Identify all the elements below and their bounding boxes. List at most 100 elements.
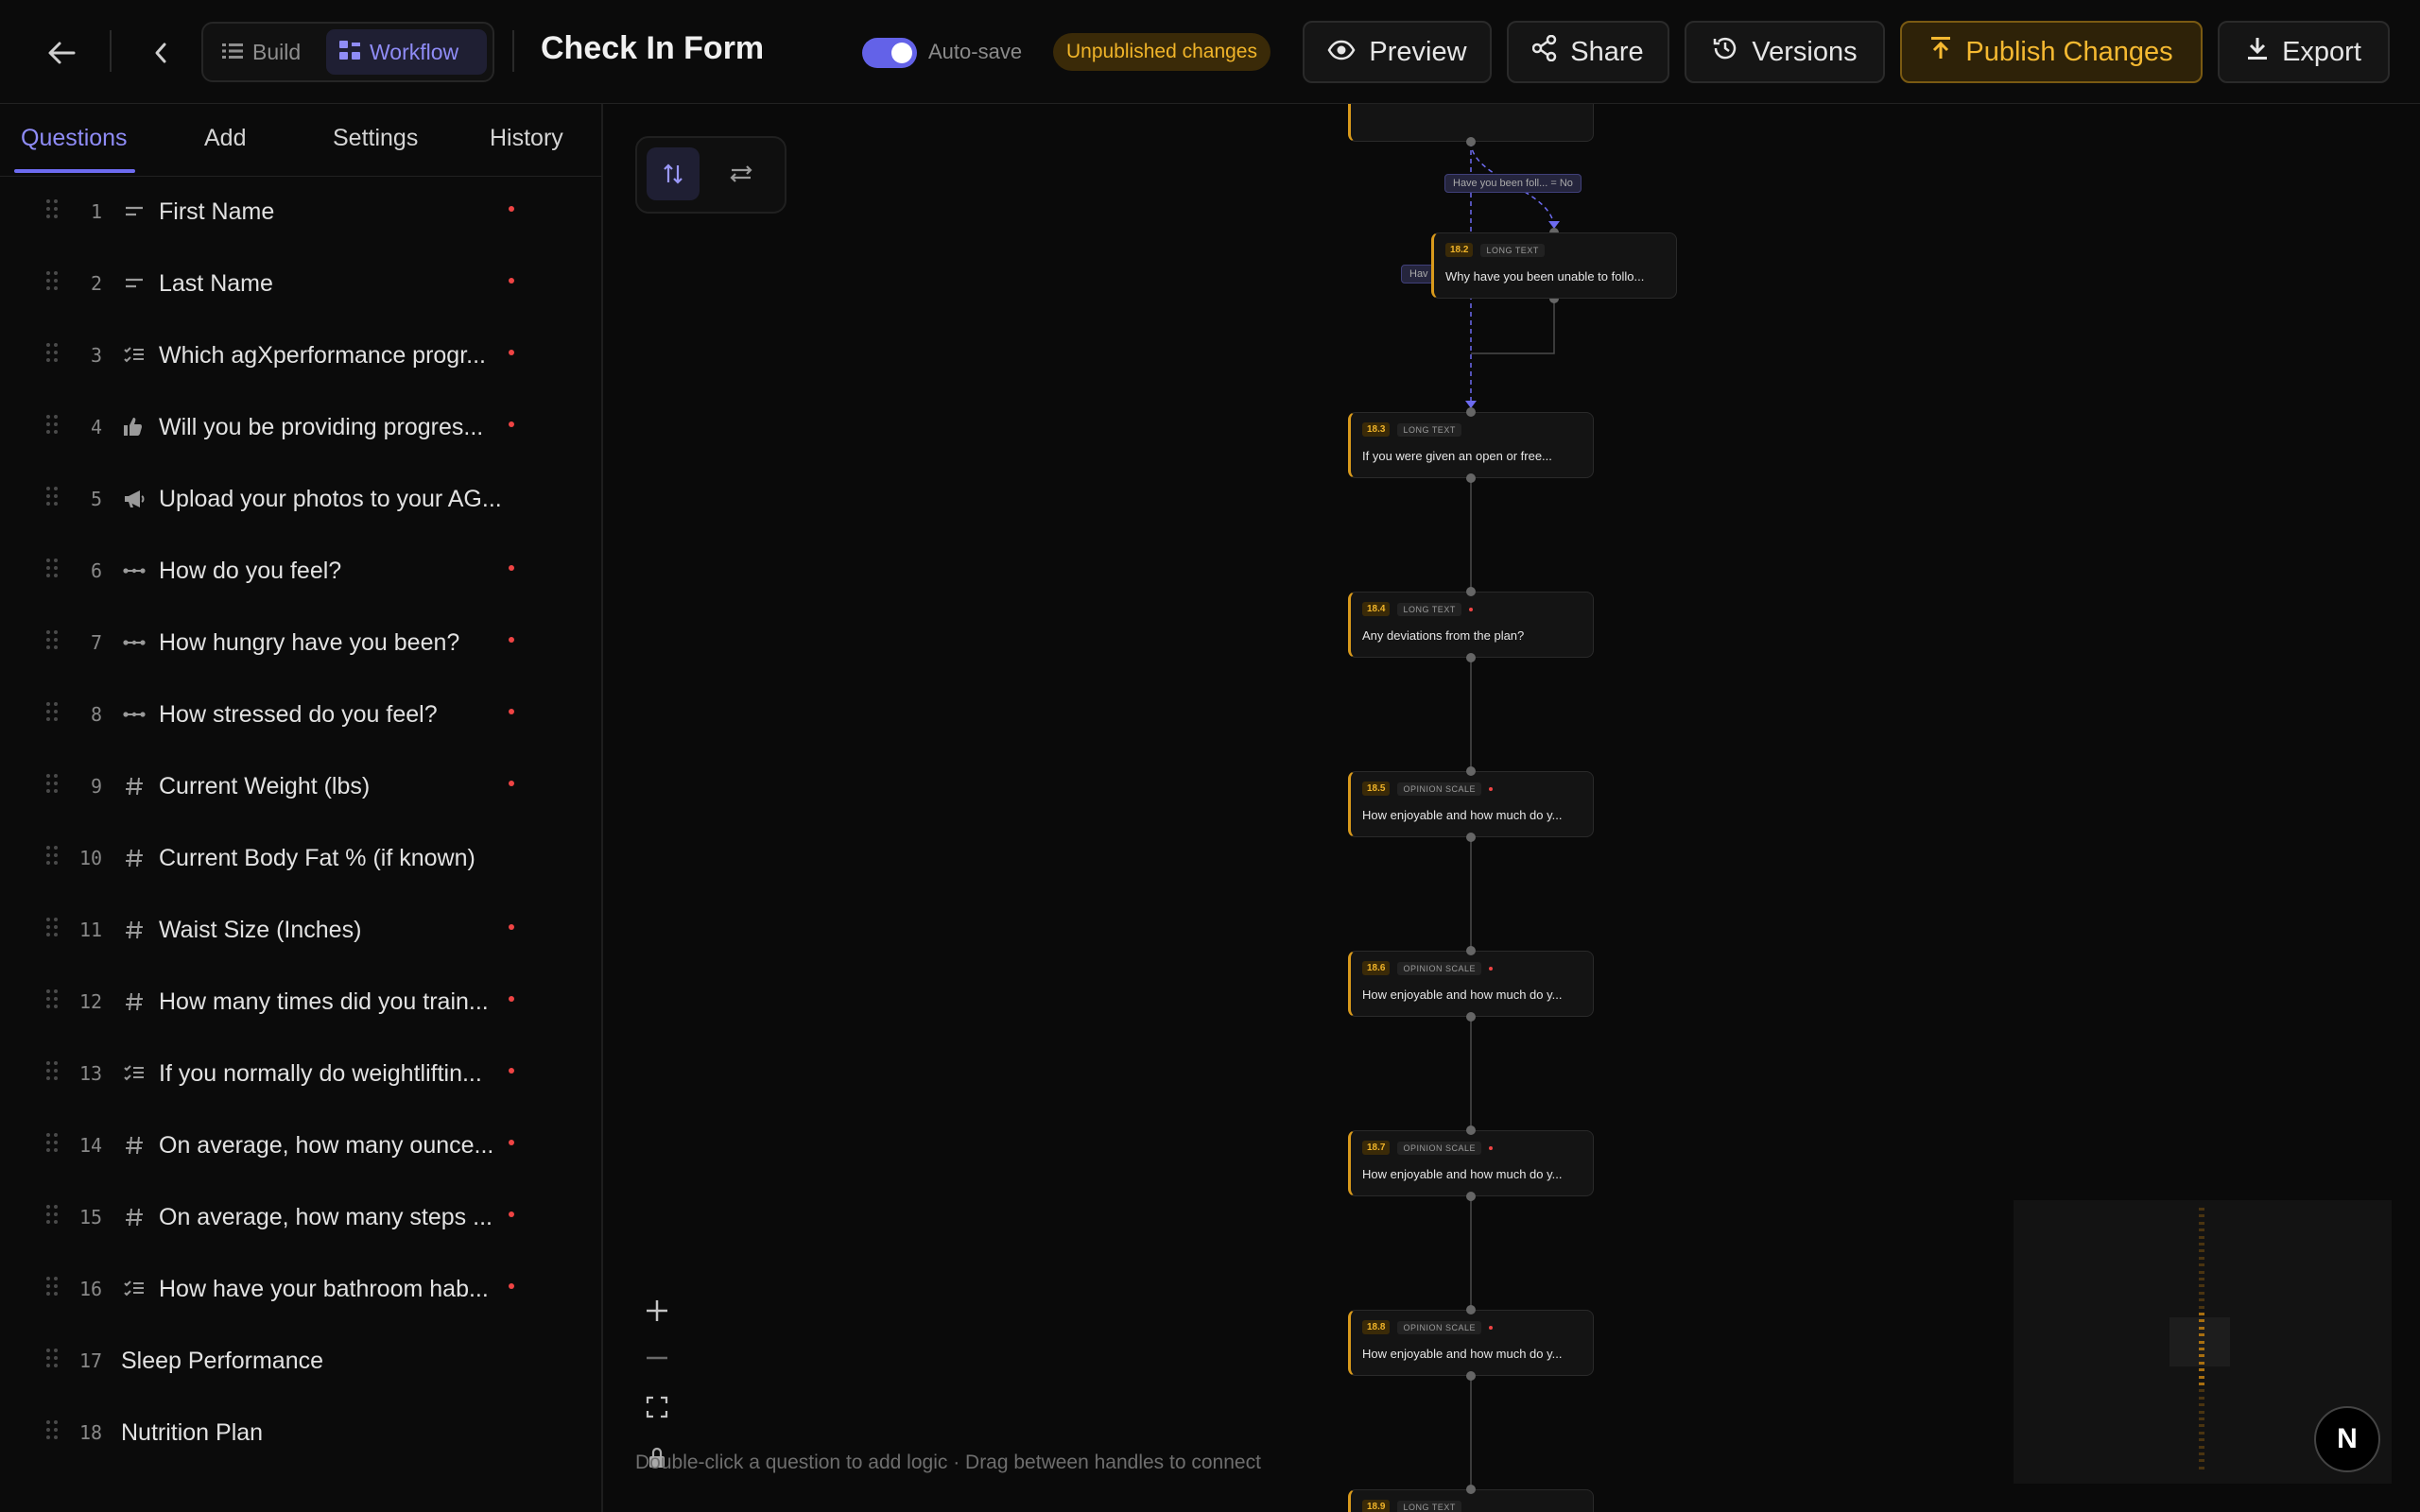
question-number: 17 [79, 1349, 103, 1372]
minimap-node [2199, 1319, 2204, 1323]
opinion-scale-icon [121, 558, 147, 584]
publish-label: Publish Changes [1965, 36, 2173, 67]
tab-workflow[interactable]: Workflow [326, 29, 487, 75]
connection-handle[interactable] [1466, 833, 1476, 842]
drag-handle-icon[interactable] [45, 558, 60, 582]
form-title[interactable]: Check In Form [541, 30, 764, 67]
question-row[interactable]: 3 Which agXperformance progr... [0, 321, 601, 393]
versions-button[interactable]: Versions [1685, 21, 1885, 83]
question-number: 5 [90, 488, 102, 510]
zoom-out-button[interactable] [633, 1336, 681, 1380]
publish-changes-button[interactable]: Publish Changes [1900, 21, 2203, 83]
drag-handle-icon[interactable] [45, 701, 60, 726]
minimap-node [2199, 1278, 2204, 1280]
drag-handle-icon[interactable] [45, 1060, 60, 1085]
question-row[interactable]: 6 How do you feel? [0, 537, 601, 609]
drag-handle-icon[interactable] [45, 198, 60, 223]
drag-handle-icon[interactable] [45, 1132, 60, 1157]
autosave-toggle[interactable] [862, 38, 917, 68]
minimap-node [2199, 1249, 2204, 1253]
back-arrow-icon[interactable] [40, 34, 83, 72]
chevron-left-icon[interactable] [144, 34, 178, 72]
tab-add[interactable]: Add [204, 125, 246, 152]
question-row[interactable]: 1 First Name [0, 178, 601, 249]
question-row[interactable]: 11 Waist Size (Inches) [0, 896, 601, 968]
connection-handle[interactable] [1466, 1305, 1476, 1314]
connection-handle[interactable] [1466, 653, 1476, 662]
share-button[interactable]: Share [1507, 21, 1669, 83]
question-row[interactable]: 14 On average, how many ounce... [0, 1111, 601, 1183]
connection-handle[interactable] [1466, 1192, 1476, 1201]
drag-handle-icon[interactable] [45, 1348, 60, 1372]
eye-icon [1327, 37, 1356, 68]
question-row[interactable]: 9 Current Weight (lbs) [0, 752, 601, 824]
workflow-canvas[interactable]: Double-click a question to add logic · D… [605, 104, 2420, 1512]
workflow-node[interactable]: 18.8 OPINION SCALE How enjoyable and how m… [1348, 1310, 1594, 1376]
connection-handle[interactable] [1466, 1012, 1476, 1022]
minimap-node [2199, 1313, 2204, 1315]
connection-handle[interactable] [1466, 1371, 1476, 1381]
minimap-node [2199, 1291, 2204, 1295]
workflow-node[interactable]: Have you been following your meal... [1348, 104, 1594, 142]
question-row[interactable]: 7 How hungry have you been? [0, 609, 601, 680]
drag-handle-icon[interactable] [45, 342, 60, 367]
node-id-badge: 18.5 [1362, 782, 1391, 796]
connection-handle[interactable] [1466, 407, 1476, 417]
workflow-node[interactable]: 18.3 LONG TEXT If you were given an open o… [1348, 412, 1594, 478]
minimap-node [2199, 1333, 2204, 1337]
connection-handle[interactable] [1466, 766, 1476, 776]
question-row[interactable]: 17 Sleep Performance [0, 1327, 601, 1399]
question-row[interactable]: 12 How many times did you train... [0, 968, 601, 1040]
tab-history[interactable]: History [490, 125, 563, 152]
drag-handle-icon[interactable] [45, 917, 60, 941]
fit-view-button[interactable] [633, 1385, 681, 1429]
preview-button[interactable]: Preview [1303, 21, 1492, 83]
tab-settings[interactable]: Settings [333, 125, 418, 152]
workflow-node[interactable]: 18.4 LONG TEXT Any deviations from the pla… [1348, 592, 1594, 658]
drag-handle-icon[interactable] [45, 773, 60, 798]
connection-handle[interactable] [1466, 1485, 1476, 1494]
question-row[interactable]: 18 Nutrition Plan [0, 1399, 601, 1470]
drag-handle-icon[interactable] [45, 486, 60, 510]
node-type-badge: LONG TEXT [1397, 1500, 1461, 1512]
workflow-node[interactable]: 18.6 OPINION SCALE How enjoyable and how m… [1348, 951, 1594, 1017]
drag-handle-icon[interactable] [45, 1419, 60, 1444]
drag-handle-icon[interactable] [45, 988, 60, 1013]
minimap-node [2199, 1235, 2204, 1239]
question-row[interactable]: 15 On average, how many steps ... [0, 1183, 601, 1255]
minimap-node [2199, 1410, 2204, 1414]
workflow-node[interactable]: 18.7 OPINION SCALE How enjoyable and how m… [1348, 1130, 1594, 1196]
drag-handle-icon[interactable] [45, 1276, 60, 1300]
question-row[interactable]: 8 How stressed do you feel? [0, 680, 601, 752]
export-button[interactable]: Export [2218, 21, 2390, 83]
connection-handle[interactable] [1466, 946, 1476, 955]
node-question-text: Any deviations from the plan? [1362, 628, 1525, 643]
connection-handle[interactable] [1466, 137, 1476, 146]
drag-handle-icon[interactable] [45, 845, 60, 869]
connection-handle[interactable] [1466, 473, 1476, 483]
question-row[interactable]: 5 Upload your photos to your AG... [0, 465, 601, 537]
workflow-node[interactable]: 18.5 OPINION SCALE How enjoyable and how m… [1348, 771, 1594, 837]
question-number: 13 [79, 1062, 103, 1085]
zoom-in-button[interactable] [633, 1289, 681, 1332]
tab-questions[interactable]: Questions [21, 125, 128, 152]
horizontal-layout-button[interactable] [715, 147, 768, 200]
drag-handle-icon[interactable] [45, 270, 60, 295]
question-row[interactable]: 16 How have your bathroom hab... [0, 1255, 601, 1327]
n-logo-icon[interactable]: N [2314, 1406, 2380, 1472]
connection-handle[interactable] [1466, 587, 1476, 596]
drag-handle-icon[interactable] [45, 1204, 60, 1228]
question-row[interactable]: 2 Last Name [0, 249, 601, 321]
export-label: Export [2282, 36, 2361, 67]
drag-handle-icon[interactable] [45, 629, 60, 654]
workflow-node[interactable]: 18.2 LONG TEXT Why have you been unable to… [1431, 232, 1677, 299]
question-row[interactable]: 10 Current Body Fat % (if known) [0, 824, 601, 896]
vertical-layout-button[interactable] [647, 147, 700, 200]
tab-build[interactable]: Build [209, 29, 337, 75]
edge-condition-label[interactable]: Have you been foll... = No [1444, 174, 1582, 193]
connection-handle[interactable] [1466, 1125, 1476, 1135]
question-row[interactable]: 13 If you normally do weightliftin... [0, 1040, 601, 1111]
drag-handle-icon[interactable] [45, 414, 60, 438]
node-header: 18.5 OPINION SCALE [1362, 782, 1493, 796]
question-row[interactable]: 4 Will you be providing progres... [0, 393, 601, 465]
